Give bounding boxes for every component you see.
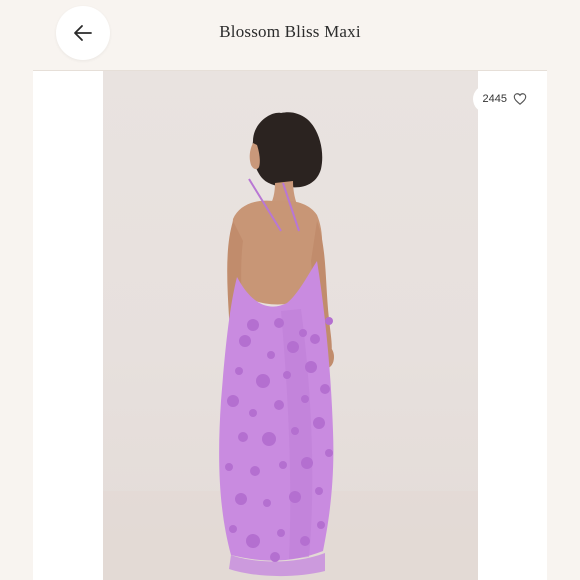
heart-outline-icon bbox=[513, 93, 527, 106]
listing-title: Blossom Bliss Maxi bbox=[219, 22, 361, 41]
likes-count: 2445 bbox=[482, 93, 507, 105]
header-bar: Blossom Bliss Maxi bbox=[0, 0, 580, 70]
product-photo[interactable] bbox=[103, 71, 478, 580]
model-in-dress-illustration bbox=[103, 112, 478, 580]
like-button[interactable]: 2445 bbox=[472, 85, 537, 113]
